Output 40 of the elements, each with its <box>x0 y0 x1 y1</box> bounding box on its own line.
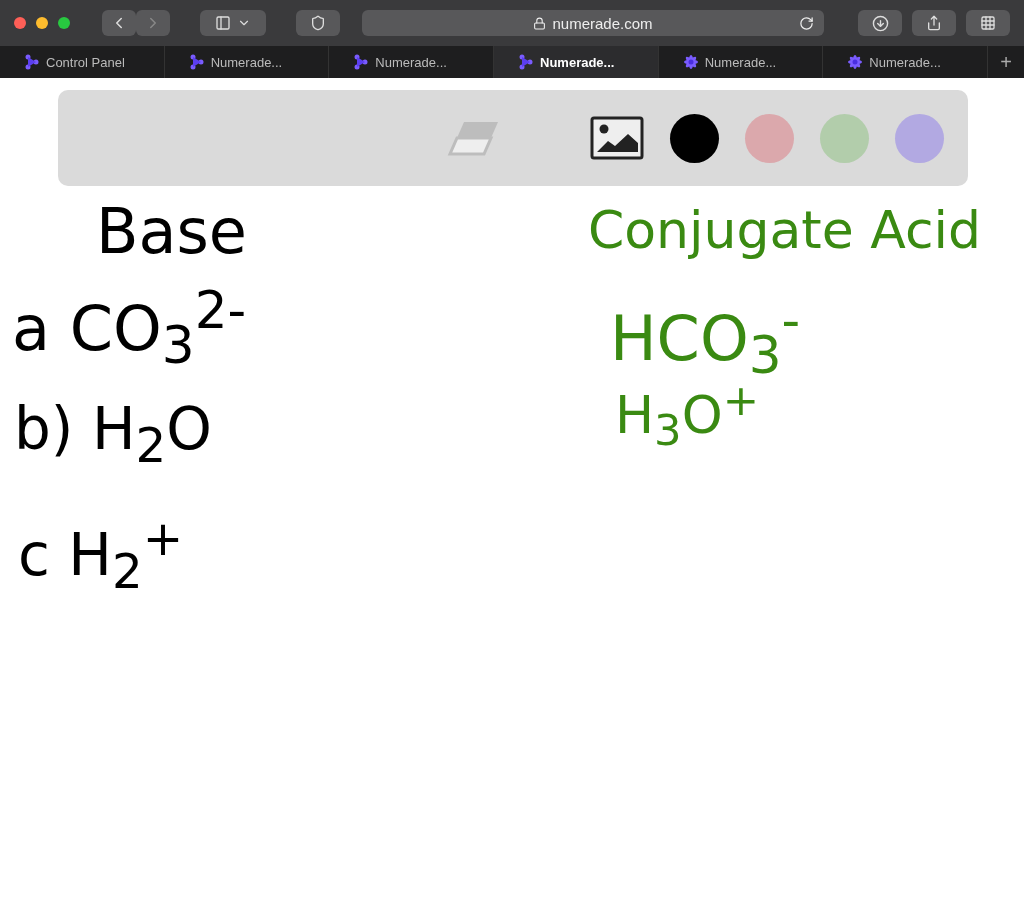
zoom-button[interactable] <box>58 17 70 29</box>
minimize-button[interactable] <box>36 17 48 29</box>
close-button[interactable] <box>14 17 26 29</box>
browser-tab[interactable]: Numerade... <box>494 46 659 78</box>
grid-icon <box>980 15 996 31</box>
reload-icon[interactable] <box>799 15 814 31</box>
sidebar-button[interactable] <box>200 10 266 36</box>
url-text: numerade.com <box>552 14 653 32</box>
download-button[interactable] <box>858 10 902 36</box>
flower-icon <box>682 54 699 70</box>
handwritten-text: b) H$_{2}$O <box>14 395 212 473</box>
flower-icon <box>847 54 864 70</box>
image-icon[interactable] <box>590 116 644 160</box>
color-swatch[interactable] <box>820 113 869 163</box>
browser-tab[interactable]: Numerade... <box>823 46 989 78</box>
logo-icon <box>353 54 370 70</box>
forward-button[interactable] <box>136 10 170 36</box>
color-swatch[interactable] <box>670 113 719 163</box>
browser-tab[interactable]: Numerade... <box>658 46 824 78</box>
share-icon <box>926 15 942 31</box>
lock-icon <box>533 16 547 30</box>
sidebar-icon <box>215 15 231 31</box>
new-tab-button[interactable]: + <box>988 46 1024 78</box>
tabs-overview-button[interactable] <box>966 10 1010 36</box>
shield-icon <box>310 15 326 31</box>
handwritten-text: Conjugate Acid <box>588 200 981 260</box>
browser-tab[interactable]: Numerade... <box>164 46 330 78</box>
color-swatch[interactable] <box>895 113 944 163</box>
privacy-button[interactable] <box>296 10 340 36</box>
logo-icon <box>24 54 40 70</box>
handwritten-text: H$_{3}$O$^{+}$ <box>615 375 759 455</box>
logo-icon <box>518 54 534 70</box>
share-button[interactable] <box>912 10 956 36</box>
download-icon <box>871 14 889 32</box>
back-button[interactable] <box>102 10 136 36</box>
address-field[interactable]: numerade.com <box>362 10 824 36</box>
logo-icon <box>188 54 205 70</box>
handwritten-text: Base <box>96 195 247 268</box>
color-swatch[interactable] <box>745 113 794 163</box>
browser-tab[interactable]: Control Panel <box>0 46 165 78</box>
